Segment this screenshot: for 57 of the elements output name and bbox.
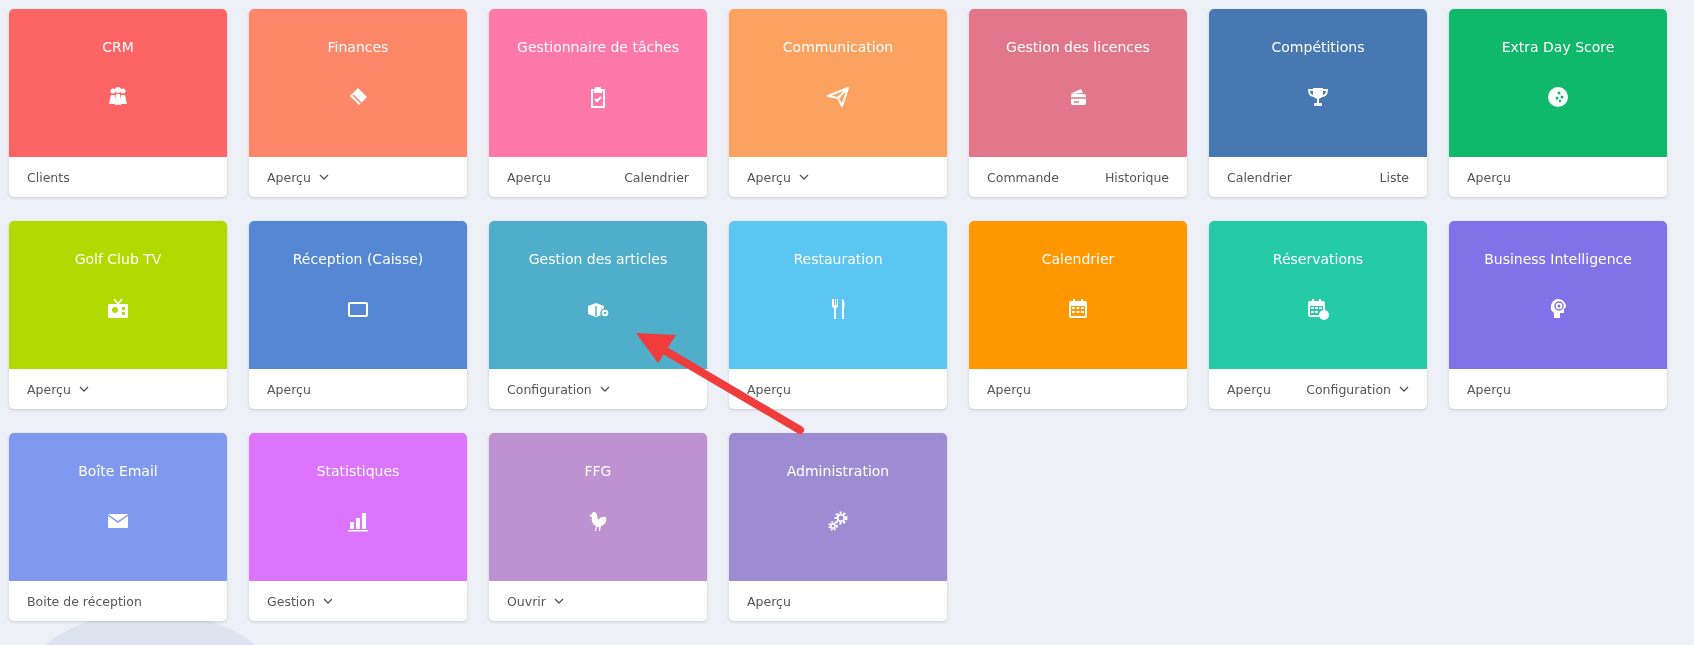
- gears-icon: [826, 509, 850, 533]
- tile-title: FFG: [584, 463, 612, 479]
- tv-icon: [106, 297, 130, 321]
- tile-title: Compétitions: [1271, 39, 1365, 55]
- tile-title: Réservations: [1272, 251, 1364, 267]
- tile-title: Statistiques: [316, 463, 400, 479]
- tile-title: Finances: [327, 39, 389, 55]
- tile-header[interactable]: Business Intelligence: [1449, 221, 1667, 369]
- dropdown-link[interactable]: Aperçu: [27, 381, 89, 397]
- tile-link[interactable]: Aperçu: [747, 593, 791, 609]
- caret-icon: [599, 386, 610, 392]
- tile-header[interactable]: Compétitions: [1209, 9, 1427, 157]
- tile-link[interactable]: Liste: [1379, 169, 1409, 185]
- tile-title: Business Intelligence: [1484, 251, 1632, 267]
- tile-header[interactable]: Réception (Caisse): [249, 221, 467, 369]
- tile-title: Communication: [782, 39, 894, 55]
- dropdown-link[interactable]: Aperçu: [267, 169, 329, 185]
- tile-link[interactable]: Aperçu: [507, 169, 551, 185]
- dropdown-link[interactable]: Ouvrir: [507, 593, 564, 609]
- tile-link[interactable]: Aperçu: [747, 381, 791, 397]
- tile-link[interactable]: Calendrier: [624, 169, 689, 185]
- tile-link[interactable]: Commande: [987, 169, 1059, 185]
- tile-link[interactable]: Aperçu: [267, 381, 311, 397]
- caret-icon: [318, 174, 329, 180]
- tile-title: Gestionnaire de tâches: [517, 39, 679, 55]
- tile-link[interactable]: Boite de réception: [27, 593, 142, 609]
- tile-link[interactable]: Aperçu: [987, 381, 1031, 397]
- tile-title: Réception (Caisse): [292, 251, 424, 267]
- tile-title: Boîte Email: [78, 463, 158, 479]
- tile-title: Calendrier: [1041, 251, 1115, 267]
- trophy-icon: [1306, 85, 1330, 109]
- tile-title: Restauration: [793, 251, 883, 267]
- paper-plane-icon: [826, 85, 850, 109]
- caret-icon: [78, 386, 89, 392]
- tile-link[interactable]: Aperçu: [1467, 381, 1511, 397]
- caret-icon: [553, 598, 564, 604]
- tile-link[interactable]: Calendrier: [1227, 169, 1292, 185]
- ball-icon: [1546, 85, 1570, 109]
- caret-icon: [322, 598, 333, 604]
- tile-title: Extra Day Score: [1501, 39, 1615, 55]
- tile-title: Administration: [786, 463, 890, 479]
- tile-link[interactable]: Aperçu: [1227, 381, 1271, 397]
- dropdown-link[interactable]: Aperçu: [747, 169, 809, 185]
- dropdown-link[interactable]: Configuration: [507, 381, 610, 397]
- tile-link[interactable]: Aperçu: [1467, 169, 1511, 185]
- tile-link[interactable]: Clients: [27, 169, 70, 185]
- tile-link[interactable]: Historique: [1104, 169, 1169, 185]
- calendar-icon: [1066, 297, 1090, 321]
- dropdown-link[interactable]: Configuration: [1306, 381, 1409, 397]
- caret-icon: [798, 174, 809, 180]
- caret-icon: [1399, 386, 1409, 392]
- tile-title: Gestion des licences: [1006, 39, 1150, 55]
- tile-title: Gestion des articles: [528, 251, 668, 267]
- calendar-clock-icon: [1306, 297, 1330, 321]
- dropdown-link[interactable]: Gestion: [267, 593, 333, 609]
- tile-title: CRM: [102, 39, 134, 55]
- tile-title: Golf Club TV: [74, 251, 162, 267]
